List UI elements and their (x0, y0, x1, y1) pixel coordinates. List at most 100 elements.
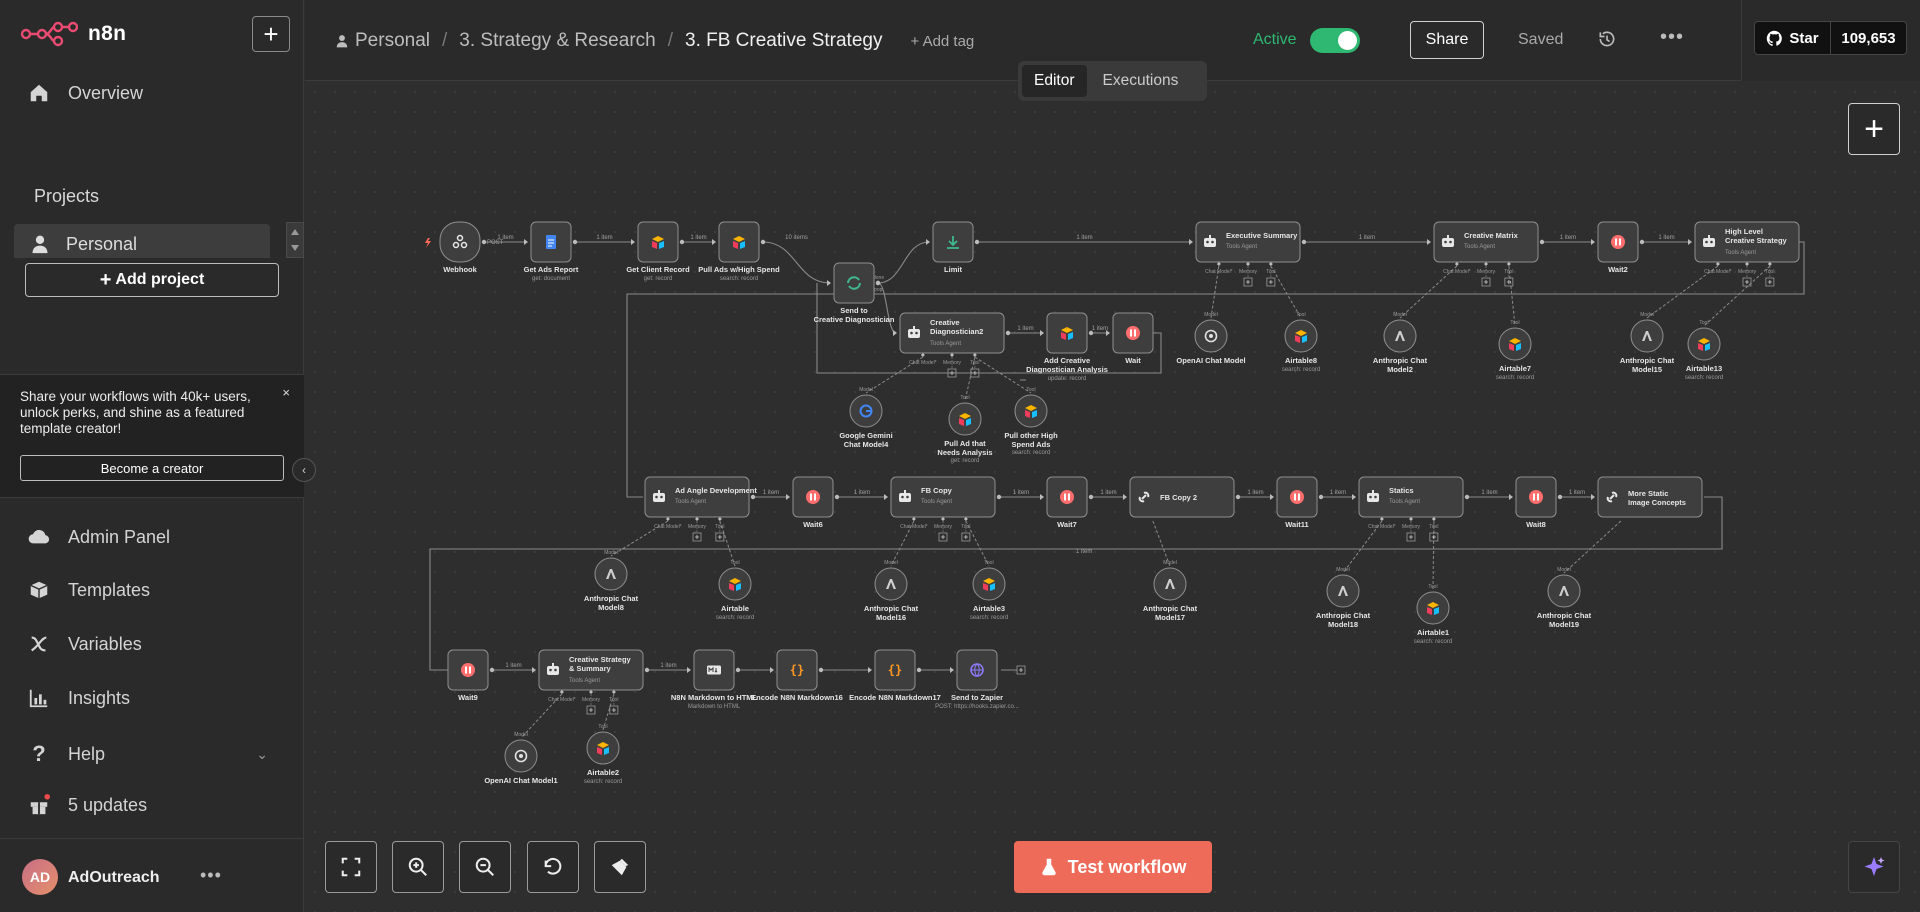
node-shape[interactable] (594, 557, 628, 591)
zoom-out-button[interactable] (459, 841, 511, 893)
node-shape[interactable] (1547, 574, 1581, 608)
output-port[interactable] (679, 239, 685, 245)
workflow-canvas[interactable]: 1 item 1 item 1 item 10 items 1 item 1 item 1 … (305, 82, 1920, 912)
output-port[interactable] (1005, 330, 1011, 336)
workflow-node[interactable]: Tool Pull other High Spend Adssearch: reco… (1004, 387, 1058, 456)
sidebar-item-personal[interactable]: Personal (14, 224, 270, 258)
workflow-node[interactable]: Model OpenAI Chat Model1 (484, 732, 557, 785)
workflow-name[interactable]: 3. FB Creative Strategy (685, 30, 882, 52)
workflow-node[interactable]: Limit (932, 221, 974, 274)
output-port[interactable] (916, 667, 922, 673)
workflow-graph[interactable]: 1 item 1 item 1 item 10 items 1 item 1 item 1 … (305, 82, 1920, 912)
output-port[interactable] (1557, 494, 1563, 500)
node-shape[interactable] (439, 221, 481, 263)
node-shape[interactable] (1383, 319, 1417, 353)
sub-port[interactable] (559, 690, 564, 694)
output-port[interactable] (760, 239, 766, 245)
sub-port[interactable] (941, 517, 945, 521)
sub-port[interactable] (920, 353, 925, 357)
sub-connection[interactable] (1563, 520, 1622, 574)
workflow-node[interactable]: More Static Image Concepts (1597, 476, 1703, 518)
sub-port[interactable] (1484, 262, 1488, 266)
sidebar-item-admin-panel[interactable]: Admin Panel (28, 526, 170, 548)
workflow-node[interactable]: Tool Airtable2 search: record (584, 724, 622, 785)
sub-port[interactable] (1246, 262, 1250, 266)
sub-port[interactable] (1379, 517, 1384, 521)
zoom-in-button[interactable] (392, 841, 444, 893)
workflow-node[interactable]: Model OpenAI Chat Model (1176, 312, 1245, 365)
more-horizontal-icon[interactable]: ••• (1660, 26, 1684, 49)
workflow-node[interactable]: Send to Zapier POST: https://hooks.zapier… (935, 649, 1019, 710)
user-menu[interactable]: AD AdOutreach ••• (0, 838, 304, 912)
output-port[interactable] (1318, 494, 1324, 500)
sub-port[interactable] (589, 690, 593, 694)
sub-port[interactable] (1715, 262, 1720, 266)
workflow-node[interactable]: Get Client Record get: record (626, 221, 690, 282)
workflow-node[interactable]: Tool Airtable13 search: record (1685, 320, 1723, 381)
close-icon[interactable]: × (282, 385, 290, 400)
workflow-node[interactable]: Tool Airtable1 search: record (1414, 584, 1452, 645)
sub-port[interactable] (950, 353, 954, 357)
workflow-node[interactable]: Wait8 (1515, 476, 1557, 529)
workflow-node[interactable]: Ad Angle Development Tools Agent Chat Mode… (644, 476, 757, 542)
sub-port[interactable] (1506, 262, 1511, 266)
sub-connection[interactable] (1508, 265, 1516, 327)
workflow-node[interactable]: Model Google Gemini Chat Model4 (839, 387, 892, 449)
output-port[interactable] (1539, 239, 1545, 245)
workflow-node[interactable]: Executive SummaryTools AgentChat Model*M… (1195, 221, 1301, 287)
sub-port[interactable] (1454, 262, 1459, 266)
node-shape[interactable] (874, 567, 908, 601)
sub-port[interactable] (963, 517, 968, 521)
output-port[interactable] (644, 667, 650, 673)
workflow-node[interactable]: Tool Pull Ad that Needs Analysisget: recor… (937, 395, 992, 464)
projects-scrollbar[interactable] (286, 222, 304, 258)
become-creator-button[interactable]: Become a creator (20, 455, 284, 481)
sidebar-item-insights[interactable]: Insights (28, 687, 130, 709)
ask-ai-button[interactable] (1848, 841, 1900, 893)
workflow-node[interactable]: Tool Airtable7 search: record (1496, 320, 1534, 381)
sub-connection[interactable] (1703, 265, 1771, 327)
output-port[interactable] (1464, 494, 1470, 500)
workflow-node[interactable]: FB Copy 2 (1129, 476, 1235, 518)
output-port[interactable] (572, 239, 578, 245)
sub-port[interactable] (1268, 262, 1273, 266)
tab-editor[interactable]: Editor (1022, 65, 1087, 97)
sub-port[interactable] (1409, 517, 1413, 521)
sidebar-item-overview[interactable]: Overview (28, 82, 143, 104)
output-port[interactable] (1639, 239, 1645, 245)
add-tag-button[interactable]: + Add tag (910, 33, 974, 50)
sidebar-item-updates[interactable]: 5 updates (28, 794, 147, 816)
connection-line[interactable] (877, 241, 930, 284)
output-port[interactable] (1088, 494, 1094, 500)
workflow-node[interactable]: Wait11 (1276, 476, 1318, 529)
zoom-to-fit-button[interactable] (325, 841, 377, 893)
output-port[interactable] (996, 494, 1002, 500)
workflow-node[interactable]: Webhook (425, 221, 481, 274)
node-shape[interactable] (833, 262, 875, 304)
workflow-node[interactable]: Tool Airtable3 search: record (970, 560, 1008, 621)
output-port[interactable] (1235, 494, 1241, 500)
output-port[interactable] (735, 667, 741, 673)
output-port[interactable] (875, 280, 881, 286)
sub-port[interactable] (1745, 262, 1749, 266)
add-project-button[interactable]: + Add project (25, 263, 279, 297)
sub-port[interactable] (695, 517, 699, 521)
output-port[interactable] (818, 667, 824, 673)
workflow-node[interactable]: Creative Diagnostician2Tools AgentChat Mo… (899, 312, 1005, 378)
workflow-node[interactable]: N8N Markdown to HTML Markdown to HTML (671, 649, 758, 710)
workflow-node[interactable]: Model Anthropic Chat Model2 (1373, 312, 1428, 374)
sub-port[interactable] (1216, 262, 1221, 266)
reset-zoom-button[interactable] (527, 841, 579, 893)
workflow-node[interactable]: Wait7 (1046, 476, 1088, 529)
connection-line[interactable] (762, 241, 831, 284)
output-port[interactable] (1301, 239, 1307, 245)
workflow-node[interactable]: Model Anthropic Chat Model16 (864, 560, 919, 622)
workflow-node[interactable]: Tool Airtable search: record (716, 560, 754, 621)
output-port[interactable] (489, 667, 495, 673)
add-node-button[interactable]: + (1848, 103, 1900, 155)
sidebar-item-variables[interactable]: Variables (28, 633, 142, 655)
sidebar-item-templates[interactable]: Templates (28, 579, 150, 601)
workflow-node[interactable]: Model Anthropic Chat Model8 (584, 550, 639, 612)
workflow-node[interactable]: {} Encode N8N Markdown17 (849, 649, 941, 702)
sub-port[interactable] (911, 517, 916, 521)
